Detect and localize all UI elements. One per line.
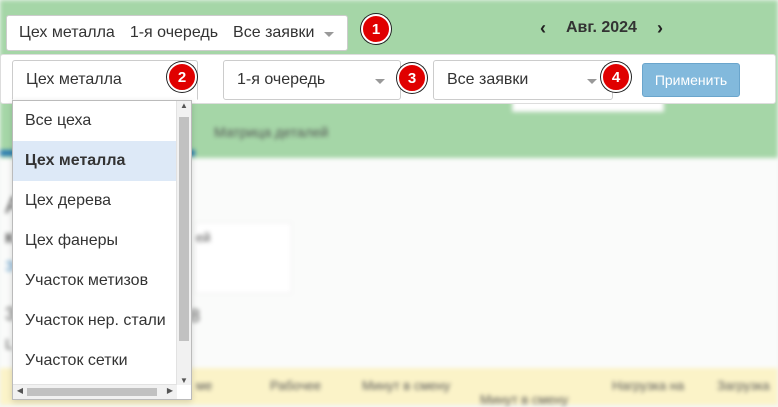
scrollbar-thumb[interactable] [27, 388, 157, 396]
callout-badge-4: 4 [601, 62, 631, 92]
dropdown-option[interactable]: Цех фанеры [13, 221, 177, 261]
queue-select-value: 1-я очередь [237, 71, 326, 88]
chevron-down-icon [324, 32, 334, 37]
chevron-right-icon[interactable]: › [649, 18, 671, 39]
chevron-left-icon[interactable]: ‹ [532, 18, 554, 39]
table-header: Рабочее [270, 378, 322, 393]
callout-badge-2: 2 [167, 62, 197, 92]
bg-fragment-1: ей [196, 230, 211, 245]
summary-workshop: Цех металла [19, 24, 115, 41]
filter-panel: Цех металла 1-я очередь Все заявки Приме… [0, 54, 776, 104]
table-header: Нагрузка на [612, 378, 685, 393]
dropdown-option[interactable]: Цех металла [13, 141, 177, 181]
callout-badge-3: 3 [397, 63, 427, 93]
filter-summary-select[interactable]: Цех металла 1-я очередь Все заявки [6, 15, 348, 51]
table-header: Минут в смену [362, 378, 451, 393]
scroll-left-icon[interactable]: ◀ [13, 386, 27, 395]
scroll-down-icon[interactable]: ▼ [177, 376, 191, 385]
workshop-select-value: Цех металла [26, 71, 122, 88]
month-navigation: ‹ Авг. 2024 › [532, 16, 671, 40]
workshop-dropdown: Все цеха Цех металла Цех дерева Цех фанеры У… [12, 100, 192, 400]
summary-requests: Все заявки [233, 24, 315, 41]
horizontal-scrollbar[interactable]: ◀ ▶ [13, 384, 177, 399]
dropdown-option[interactable]: Участок нер. стали [13, 301, 177, 341]
chevron-down-icon [587, 79, 597, 84]
apply-button[interactable]: Применить [642, 63, 740, 97]
scrollbar-thumb[interactable] [179, 117, 189, 341]
scroll-right-icon[interactable]: ▶ [163, 386, 177, 395]
dropdown-options: Все цеха Цех металла Цех дерева Цех фанеры У… [13, 101, 177, 381]
requests-select-value: Все заявки [447, 71, 529, 88]
dropdown-option[interactable]: Все цеха [13, 101, 177, 141]
table-header: ме [196, 378, 213, 393]
summary-queue: 1-я очередь [129, 24, 219, 41]
dropdown-option[interactable]: Цех дерева [13, 181, 177, 221]
vertical-scrollbar[interactable]: ▲ ▼ [176, 101, 191, 385]
table-header: Загрузка [717, 378, 770, 393]
requests-select[interactable]: Все заявки [433, 60, 613, 100]
chevron-down-icon [375, 79, 385, 84]
month-label: Авг. 2024 [566, 19, 637, 36]
dropdown-option[interactable]: Участок сетки [13, 341, 177, 381]
queue-select[interactable]: 1-я очередь [223, 60, 401, 100]
dropdown-option[interactable]: Участок метизов [13, 261, 177, 301]
tab-matrix: Матрица деталей [214, 124, 329, 140]
callout-badge-1: 1 [361, 14, 391, 44]
scroll-up-icon[interactable]: ▲ [177, 101, 191, 110]
